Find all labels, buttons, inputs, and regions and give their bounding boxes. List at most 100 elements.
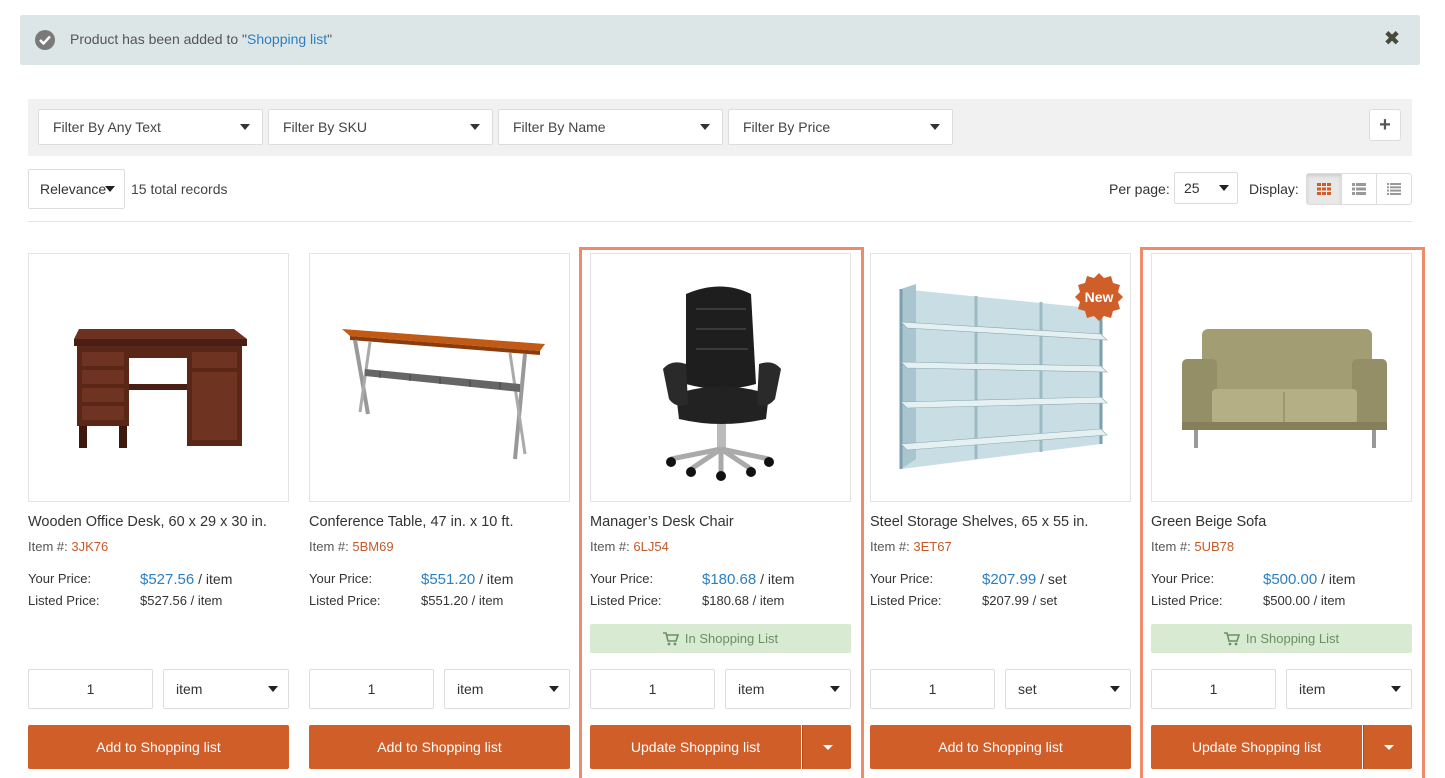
add-to-shopping-list-button[interactable]: Add to Shopping list — [309, 725, 570, 769]
product-name[interactable]: Wooden Office Desk, 60 x 29 x 30 in. — [28, 514, 267, 530]
filter-label: Filter By Name — [513, 119, 606, 135]
sku-label: Item #: — [309, 539, 349, 554]
cart-icon — [662, 632, 679, 646]
product-card: Manager’s Desk Chair Item #: 6LJ54 Your … — [579, 247, 864, 778]
filter-name[interactable]: Filter By Name — [498, 109, 723, 145]
your-price-amount: $527.56 — [140, 571, 195, 588]
filter-any-text[interactable]: Filter By Any Text — [38, 109, 263, 145]
product-card: New Steel Storage Shelves, 65 x 55 in. I… — [870, 253, 1131, 773]
new-badge: New — [1074, 272, 1124, 322]
your-price-unit: / set — [1036, 571, 1067, 587]
quantity-input[interactable]: 1 — [28, 669, 153, 709]
product-sku: Item #: 5BM69 — [309, 539, 394, 554]
shopping-list-dropdown-button[interactable] — [802, 725, 851, 769]
sku-label: Item #: — [1151, 539, 1191, 554]
grid-view-button[interactable] — [1307, 174, 1342, 204]
shopping-list-dropdown-button[interactable] — [1363, 725, 1412, 769]
unit-value: item — [1299, 681, 1326, 697]
quantity-input[interactable]: 1 — [309, 669, 434, 709]
in-list-label: In Shopping List — [684, 631, 779, 646]
per-page-select[interactable]: 25 — [1174, 172, 1238, 204]
caret-down-icon — [700, 124, 710, 130]
compact-view-button[interactable] — [1377, 174, 1411, 204]
notification-message: Product has been added to "Shopping list… — [70, 31, 332, 47]
in-shopping-list-badge: In Shopping List — [1151, 624, 1412, 653]
caret-down-icon — [105, 186, 115, 192]
product-image[interactable] — [309, 253, 570, 502]
caret-down-icon — [1384, 745, 1394, 750]
unit-value: item — [176, 681, 203, 697]
caret-down-icon — [470, 124, 480, 130]
caret-down-icon — [240, 124, 250, 130]
quantity-input[interactable]: 1 — [590, 669, 715, 709]
filter-sku[interactable]: Filter By SKU — [268, 109, 493, 145]
display-mode-group — [1306, 173, 1412, 205]
list-view-button[interactable] — [1342, 174, 1377, 204]
sku-value: 3ET67 — [913, 539, 952, 554]
listed-price-label: Listed Price: — [28, 593, 100, 608]
unit-select[interactable]: item — [163, 669, 289, 709]
unit-select[interactable]: item — [725, 669, 851, 709]
listed-price-label: Listed Price: — [590, 593, 662, 608]
product-image[interactable]: New — [870, 253, 1131, 502]
listed-price-label: Listed Price: — [1151, 593, 1223, 608]
product-image[interactable] — [28, 253, 289, 502]
sku-label: Item #: — [870, 539, 910, 554]
unit-select[interactable]: item — [1286, 669, 1412, 709]
product-image[interactable] — [1151, 253, 1412, 502]
your-price-label: Your Price: — [590, 571, 654, 586]
product-name[interactable]: Steel Storage Shelves, 65 x 55 in. — [870, 514, 1088, 530]
caret-down-icon — [1219, 185, 1229, 191]
listed-price: $207.99 / set — [982, 593, 1058, 608]
product-name[interactable]: Manager’s Desk Chair — [590, 514, 734, 530]
close-icon[interactable]: ✖ — [1382, 28, 1402, 50]
update-shopping-list-button[interactable]: Update Shopping list — [590, 725, 801, 769]
check-circle-icon — [35, 30, 55, 50]
listed-price-label: Listed Price: — [309, 593, 381, 608]
add-to-shopping-list-button[interactable]: Add to Shopping list — [28, 725, 289, 769]
add-to-shopping-list-button[interactable]: Add to Shopping list — [870, 725, 1131, 769]
quantity-input[interactable]: 1 — [1151, 669, 1276, 709]
sku-value: 5UB78 — [1194, 539, 1235, 554]
unit-value: set — [1018, 681, 1037, 697]
sku-value: 5BM69 — [352, 539, 394, 554]
your-price: $180.68 / item — [702, 571, 794, 588]
in-list-label: In Shopping List — [1245, 631, 1340, 646]
grid-view-icon — [1317, 183, 1331, 195]
your-price: $207.99 / set — [982, 571, 1067, 588]
your-price-label: Your Price: — [309, 571, 373, 586]
product-image[interactable] — [590, 253, 851, 502]
per-page-label: Per page: — [1109, 181, 1170, 197]
filter-price[interactable]: Filter By Price — [728, 109, 953, 145]
sku-value: 3JK76 — [71, 539, 109, 554]
product-name[interactable]: Green Beige Sofa — [1151, 514, 1266, 530]
unit-value: item — [457, 681, 484, 697]
quantity-input[interactable]: 1 — [870, 669, 995, 709]
update-shopping-list-button[interactable]: Update Shopping list — [1151, 725, 1362, 769]
caret-down-icon — [830, 686, 840, 692]
sku-value: 6LJ54 — [633, 539, 669, 554]
listed-price: $527.56 / item — [140, 593, 223, 608]
shopping-list-link[interactable]: Shopping list — [247, 31, 327, 47]
add-filter-button[interactable]: + — [1369, 109, 1401, 141]
notification-text-prefix: Product has been added to " — [70, 31, 247, 47]
unit-select[interactable]: item — [444, 669, 570, 709]
your-price-amount: $500.00 — [1263, 571, 1318, 588]
product-sku: Item #: 3JK76 — [28, 539, 108, 554]
display-label: Display: — [1249, 181, 1299, 197]
listed-price: $180.68 / item — [702, 593, 785, 608]
caret-down-icon — [1110, 686, 1120, 692]
listed-price: $500.00 / item — [1263, 593, 1346, 608]
records-count: 15 total records — [131, 181, 228, 197]
your-price-label: Your Price: — [1151, 571, 1215, 586]
new-badge-label: New — [1084, 289, 1114, 305]
caret-down-icon — [268, 686, 278, 692]
sort-selected-label: Relevance — [40, 181, 107, 197]
product-name[interactable]: Conference Table, 47 in. x 10 ft. — [309, 514, 513, 530]
filter-label: Filter By SKU — [283, 119, 368, 135]
product-card: Wooden Office Desk, 60 x 29 x 30 in. Ite… — [28, 253, 289, 773]
divider — [28, 221, 1412, 222]
cart-icon — [1223, 632, 1240, 646]
sort-select[interactable]: Relevance — [28, 169, 125, 209]
unit-select[interactable]: set — [1005, 669, 1131, 709]
